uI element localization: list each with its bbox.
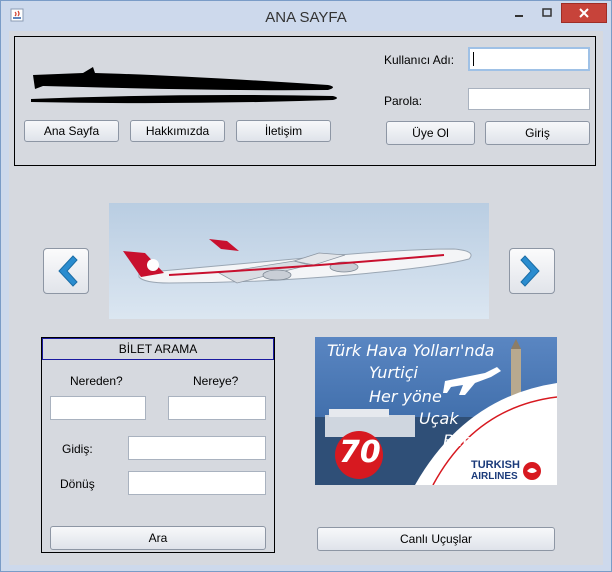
search-button[interactable]: Ara: [50, 526, 266, 550]
minimize-icon: [515, 15, 523, 17]
header-panel: Ana Sayfa Hakkımızda İletişim Kullanıcı …: [14, 36, 596, 166]
contact-button[interactable]: İletişim: [236, 120, 331, 142]
airplane-photo: [109, 203, 489, 319]
promo-headline: Türk Hava Yolları'nda: [327, 341, 495, 360]
maximize-button[interactable]: [534, 3, 560, 23]
previous-image-button[interactable]: [43, 248, 89, 294]
register-button[interactable]: Üye Ol: [386, 121, 475, 145]
promo-brand-airlines: AIRLINES: [471, 471, 518, 482]
promo-banner[interactable]: Türk Hava Yolları'nda Yurtiçi Her yöne U…: [315, 337, 557, 485]
main-content: Ana Sayfa Hakkımızda İletişim Kullanıcı …: [9, 31, 603, 565]
promo-price: 70: [339, 435, 381, 470]
promo-brand-turkish: TURKISH: [471, 459, 520, 471]
to-label: Nereye?: [193, 374, 239, 388]
departure-date-field[interactable]: [128, 436, 266, 460]
next-image-button[interactable]: [509, 248, 555, 294]
from-field[interactable]: [50, 396, 146, 420]
maximize-icon: [542, 8, 552, 17]
chevron-right-icon: [520, 255, 540, 287]
password-label: Parola:: [384, 94, 423, 108]
login-button[interactable]: Giriş: [485, 121, 590, 145]
about-button[interactable]: Hakkımızda: [130, 120, 225, 142]
return-date-field[interactable]: [128, 471, 266, 495]
departure-label: Gidiş:: [62, 442, 93, 456]
promo-line-domestic: Yurtiçi: [369, 363, 418, 382]
password-field[interactable]: [468, 88, 590, 110]
chevron-left-icon: [58, 255, 78, 287]
app-window: ANA SAYFA Ana Sayfa Hakkımızda İletişim …: [0, 0, 612, 572]
return-label: Dönüş: [60, 477, 95, 491]
airline-logo: [31, 67, 337, 104]
ticket-search-panel: BİLET ARAMA Nereden? Nereye? Gidiş: Dönü…: [41, 337, 275, 553]
promo-line-everywhere: Her yöne: [369, 387, 442, 406]
minimize-button[interactable]: [506, 3, 532, 23]
to-field[interactable]: [168, 396, 266, 420]
close-icon: [579, 8, 589, 18]
title-bar: ANA SAYFA: [1, 1, 611, 31]
username-label: Kullanıcı Adı:: [384, 53, 455, 67]
promo-line-ticket: Bileti: [443, 431, 484, 450]
username-field[interactable]: [468, 47, 590, 71]
ticket-search-title: BİLET ARAMA: [42, 338, 274, 360]
from-label: Nereden?: [70, 374, 123, 388]
close-button[interactable]: [561, 3, 607, 23]
live-flights-button[interactable]: Canlı Uçuşlar: [317, 527, 555, 551]
text-caret: [473, 52, 474, 66]
home-button[interactable]: Ana Sayfa: [24, 120, 119, 142]
promo-line-plane: Uçak: [419, 409, 459, 428]
